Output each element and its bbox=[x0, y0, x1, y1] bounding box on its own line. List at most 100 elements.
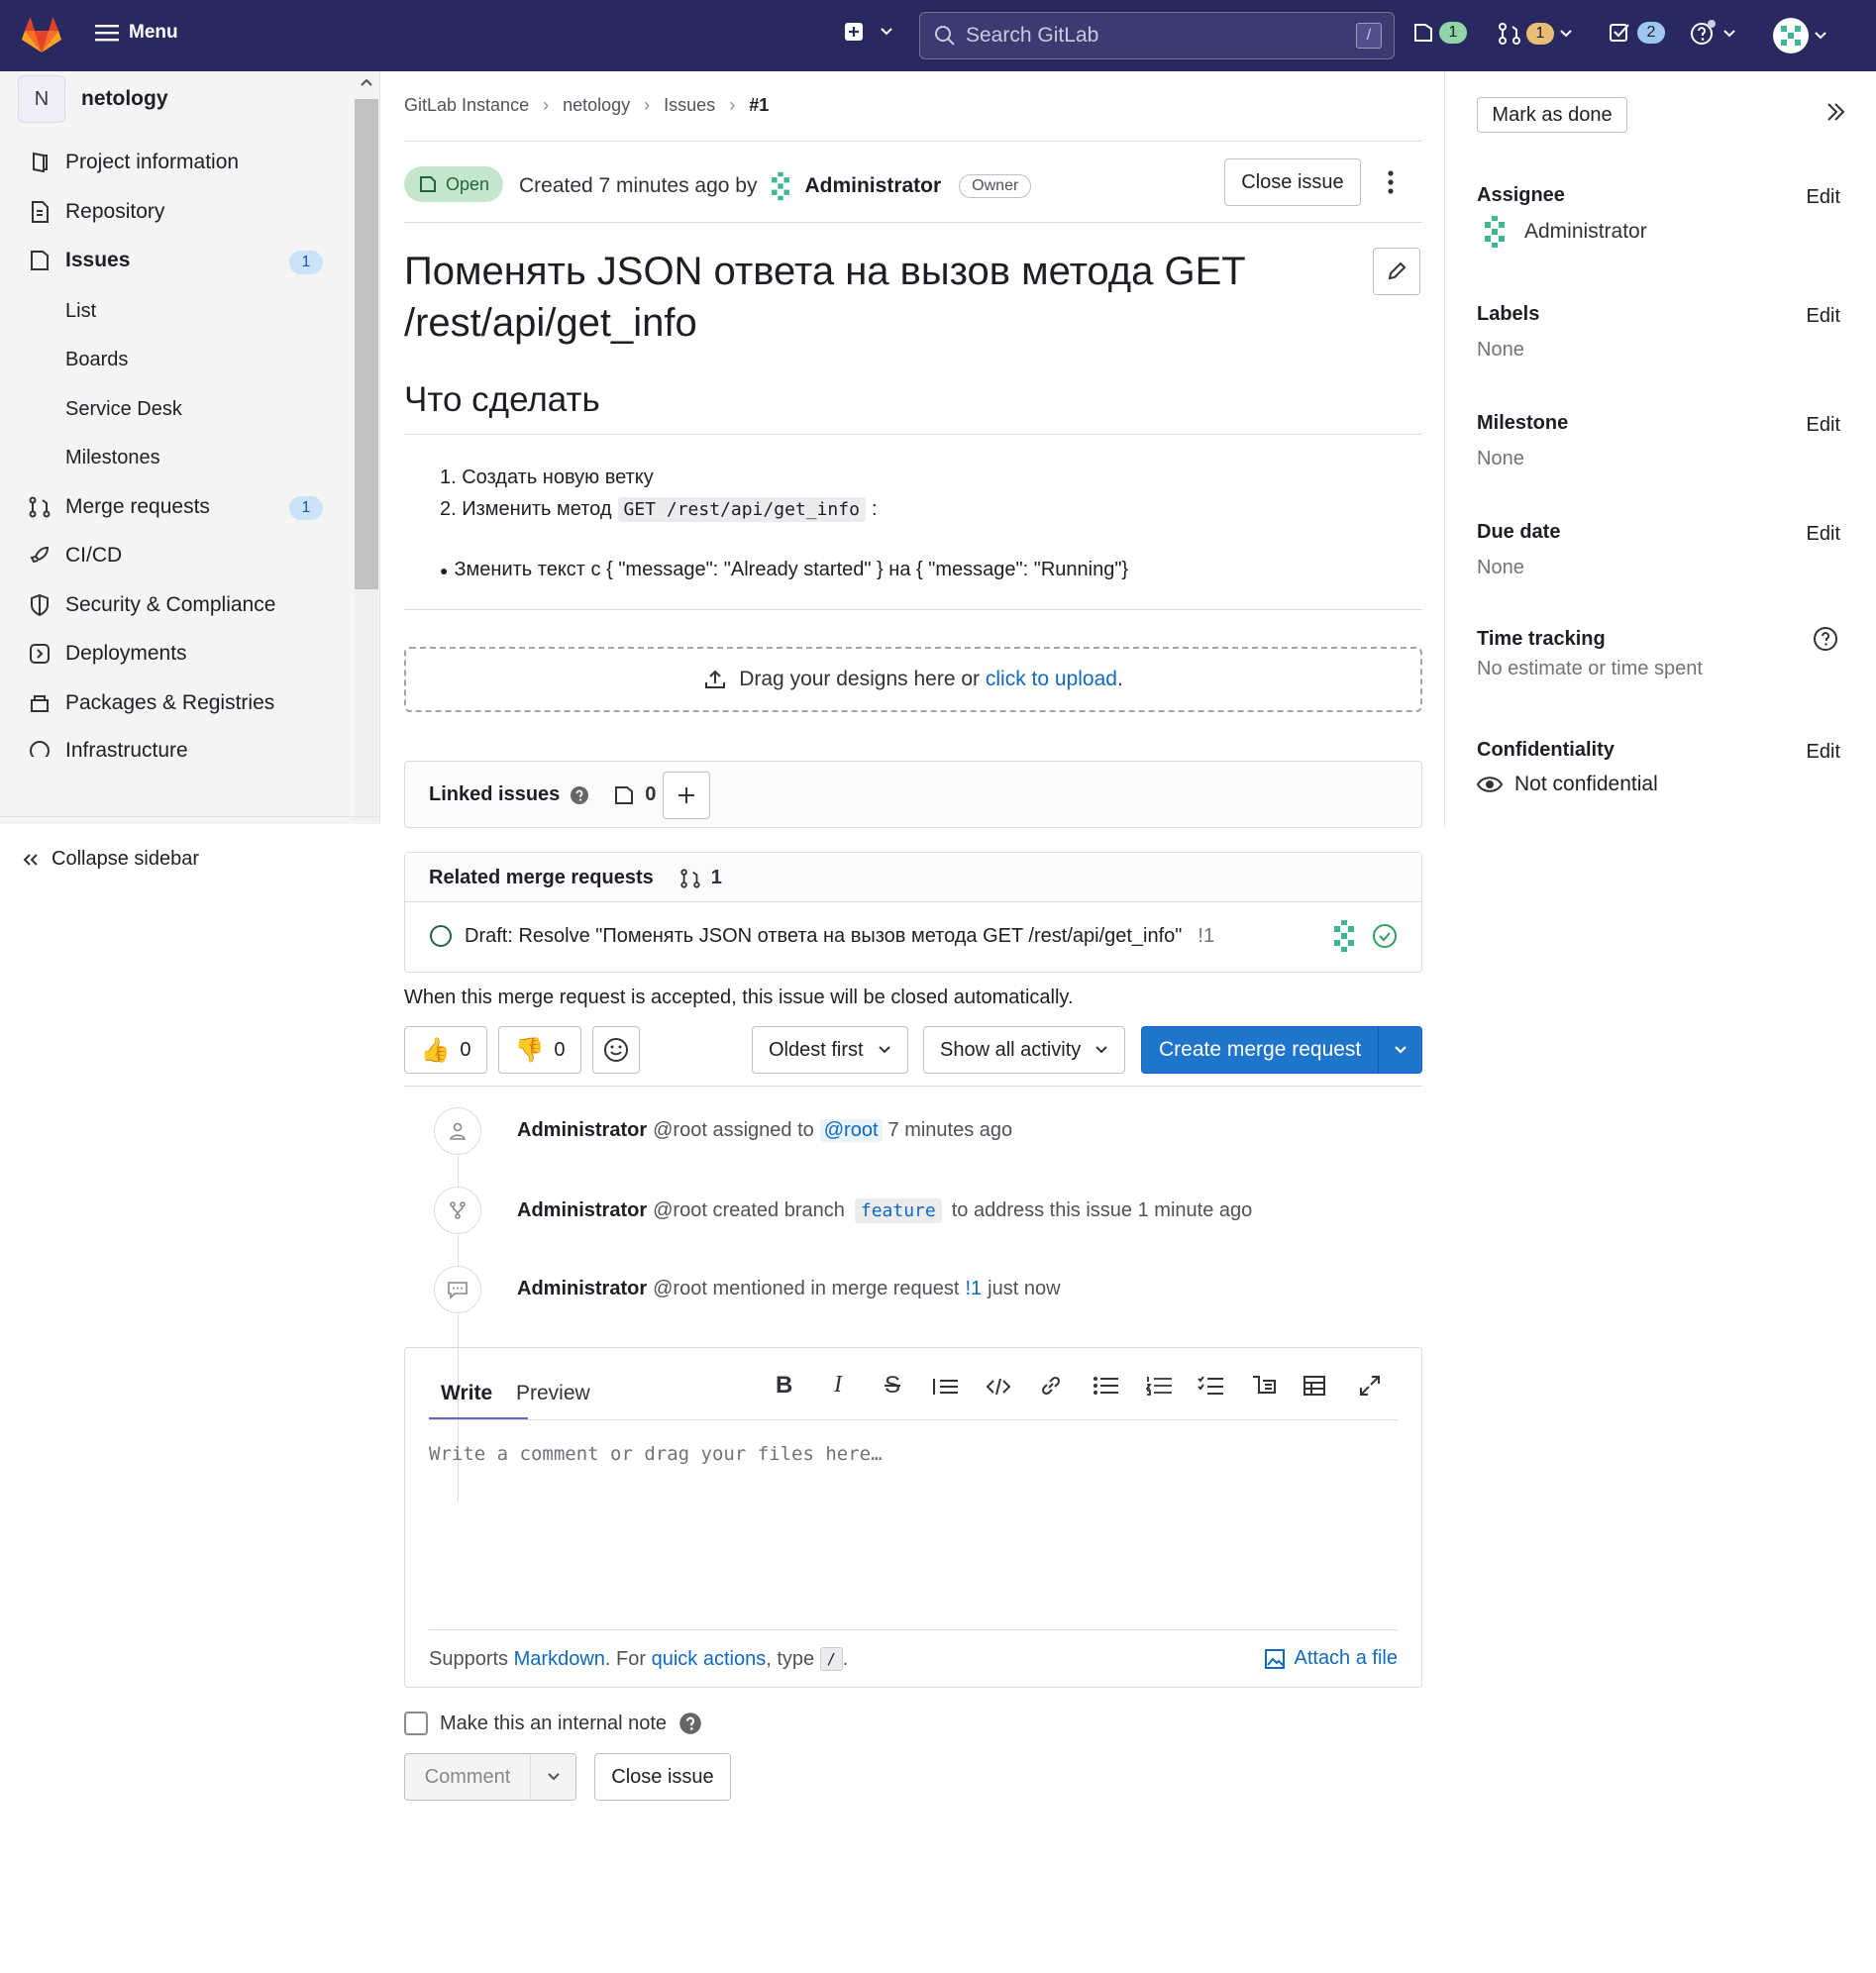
link-icon[interactable] bbox=[1039, 1374, 1063, 1398]
user-mention-link[interactable]: @root bbox=[819, 1119, 883, 1142]
issues-counter[interactable]: 1 bbox=[1412, 22, 1467, 44]
strikethrough-icon[interactable]: S bbox=[885, 1372, 900, 1400]
sidebar-item-repository[interactable]: Repository bbox=[28, 200, 164, 224]
thumbs-up-button[interactable]: 👍 0 bbox=[404, 1026, 487, 1074]
sidebar-subitem-milestones[interactable]: Milestones bbox=[65, 447, 160, 469]
due-date-edit-button[interactable]: Edit bbox=[1807, 523, 1840, 546]
divider bbox=[404, 1086, 1422, 1087]
sidebar-item-deployments[interactable]: Deployments bbox=[28, 642, 187, 666]
search-input[interactable]: Search GitLab / bbox=[919, 12, 1395, 59]
thumbs-down-icon: 👎 bbox=[514, 1036, 545, 1064]
table-icon[interactable] bbox=[1303, 1374, 1326, 1398]
dropzone-text: Drag your designs here or bbox=[739, 668, 981, 690]
internal-note-checkbox[interactable] bbox=[404, 1712, 428, 1735]
create-mr-dropdown-toggle[interactable] bbox=[1379, 1045, 1421, 1055]
avatar[interactable] bbox=[765, 170, 796, 202]
sidebar-item-merge-requests[interactable]: Merge requests bbox=[28, 495, 210, 519]
author-link[interactable]: Administrator bbox=[804, 174, 941, 198]
confidentiality-edit-button[interactable]: Edit bbox=[1807, 741, 1840, 764]
tab-preview[interactable]: Preview bbox=[516, 1382, 590, 1405]
sidebar-item-packages[interactable]: Packages & Registries bbox=[28, 691, 274, 715]
sidebar-item-issues[interactable]: Issues bbox=[28, 249, 130, 272]
internal-note-label[interactable]: Make this an internal note bbox=[440, 1713, 667, 1735]
design-upload-dropzone[interactable]: Drag your designs here or click to uploa… bbox=[404, 647, 1422, 712]
plus-icon bbox=[678, 787, 694, 803]
quote-icon[interactable] bbox=[932, 1376, 960, 1398]
gitlab-logo-icon[interactable] bbox=[22, 16, 61, 53]
divider bbox=[429, 1419, 1398, 1420]
sidebar-subitem-boards[interactable]: Boards bbox=[65, 349, 128, 371]
project-header[interactable]: N netology bbox=[18, 75, 168, 123]
sidebar-item-label: Repository bbox=[65, 200, 165, 223]
bold-icon[interactable]: B bbox=[776, 1372, 792, 1400]
markdown-link[interactable]: Markdown bbox=[514, 1648, 605, 1671]
collapsible-icon[interactable] bbox=[1251, 1374, 1277, 1396]
milestone-edit-button[interactable]: Edit bbox=[1807, 414, 1840, 437]
numbered-list-icon[interactable] bbox=[1146, 1376, 1172, 1396]
sidebar-item-infrastructure[interactable]: Infrastructure bbox=[28, 739, 188, 757]
assignee-value[interactable]: Administrator bbox=[1477, 214, 1647, 250]
mark-as-done-button[interactable]: Mark as done bbox=[1477, 97, 1627, 133]
sidebar-item-project-information[interactable]: Project information bbox=[28, 151, 239, 174]
add-linked-issue-button[interactable] bbox=[663, 772, 710, 819]
breadcrumb-instance[interactable]: GitLab Instance bbox=[404, 95, 529, 116]
branch-link[interactable]: feature bbox=[854, 1198, 942, 1223]
comment-options-toggle[interactable] bbox=[531, 1772, 575, 1782]
scroll-up-icon[interactable] bbox=[359, 75, 374, 89]
activity-author[interactable]: Administrator bbox=[517, 1199, 647, 1222]
sidebar-scrollbar-thumb[interactable] bbox=[355, 99, 378, 589]
description-list-item: 2. Изменить метод GET /rest/api/get_info… bbox=[440, 497, 878, 522]
menu-button[interactable]: Menu bbox=[95, 22, 178, 44]
fullscreen-icon[interactable] bbox=[1358, 1374, 1382, 1398]
italic-icon[interactable]: I bbox=[834, 1372, 842, 1399]
user-menu[interactable] bbox=[1773, 18, 1827, 53]
help-icon[interactable] bbox=[678, 1712, 702, 1735]
activity-item: Administrator @root created branch featu… bbox=[517, 1198, 1252, 1223]
attach-file-button[interactable]: Attach a file bbox=[1264, 1647, 1398, 1670]
create-merge-request-button[interactable]: Create merge request bbox=[1141, 1026, 1422, 1074]
breadcrumb-issues[interactable]: Issues bbox=[664, 95, 715, 116]
upload-link[interactable]: click to upload bbox=[986, 668, 1117, 690]
tab-write[interactable]: Write bbox=[441, 1382, 492, 1405]
new-dropdown[interactable] bbox=[844, 22, 893, 42]
breadcrumb-project[interactable]: netology bbox=[563, 95, 630, 116]
quick-actions-link[interactable]: quick actions bbox=[652, 1648, 767, 1671]
question-circle-icon[interactable] bbox=[1813, 626, 1838, 652]
activity-filter-dropdown[interactable]: Show all activity bbox=[923, 1026, 1126, 1074]
related-mr-title[interactable]: Draft: Resolve "Поменять JSON ответа на … bbox=[465, 925, 1182, 948]
edit-title-button[interactable] bbox=[1373, 248, 1420, 295]
more-actions-button[interactable] bbox=[1385, 168, 1397, 202]
breadcrumb-current[interactable]: #1 bbox=[749, 95, 769, 116]
sidebar-subitem-service-desk[interactable]: Service Desk bbox=[65, 398, 182, 421]
close-issue-bottom-button[interactable]: Close issue bbox=[594, 1753, 731, 1801]
activity-author[interactable]: Administrator bbox=[517, 1278, 647, 1300]
sidebar-item-ci-cd[interactable]: CI/CD bbox=[28, 544, 122, 568]
sidebar-subitem-list[interactable]: List bbox=[65, 300, 96, 323]
collapse-sidebar-button[interactable]: Collapse sidebar bbox=[22, 848, 199, 871]
sort-dropdown[interactable]: Oldest first bbox=[752, 1026, 908, 1074]
bullet-dot: ● bbox=[440, 562, 449, 578]
branch-icon bbox=[450, 1201, 466, 1219]
code-icon[interactable] bbox=[986, 1376, 1011, 1398]
comment-textarea[interactable]: Write a comment or drag your files here… bbox=[429, 1443, 1398, 1592]
bullet-list-icon[interactable] bbox=[1093, 1376, 1118, 1396]
comment-button[interactable]: Comment bbox=[405, 1766, 530, 1789]
thumbs-down-button[interactable]: 👎 0 bbox=[498, 1026, 581, 1074]
sidebar-item-security[interactable]: Security & Compliance bbox=[28, 593, 275, 617]
checklist-icon[interactable] bbox=[1198, 1376, 1223, 1396]
todos-counter[interactable]: 2 bbox=[1609, 22, 1665, 44]
related-mr-item[interactable]: Draft: Resolve "Поменять JSON ответа на … bbox=[429, 924, 1214, 948]
close-issue-button[interactable]: Close issue bbox=[1224, 158, 1361, 206]
add-reaction-button[interactable] bbox=[592, 1026, 640, 1074]
merge-request-link[interactable]: !1 bbox=[965, 1278, 982, 1300]
assignee-edit-button[interactable]: Edit bbox=[1807, 186, 1840, 209]
activity-author[interactable]: Administrator bbox=[517, 1119, 647, 1142]
related-mrs-label: Related merge requests bbox=[429, 867, 654, 888]
labels-edit-button[interactable]: Edit bbox=[1807, 305, 1840, 328]
merge-requests-counter[interactable]: 1 bbox=[1498, 22, 1573, 46]
help-icon[interactable] bbox=[570, 785, 589, 805]
double-chevron-right-icon[interactable] bbox=[1824, 101, 1846, 123]
activity-text: to address this issue 1 minute ago bbox=[951, 1199, 1253, 1221]
help-dropdown[interactable] bbox=[1690, 20, 1736, 48]
pipeline-passed-icon[interactable] bbox=[1372, 923, 1398, 949]
